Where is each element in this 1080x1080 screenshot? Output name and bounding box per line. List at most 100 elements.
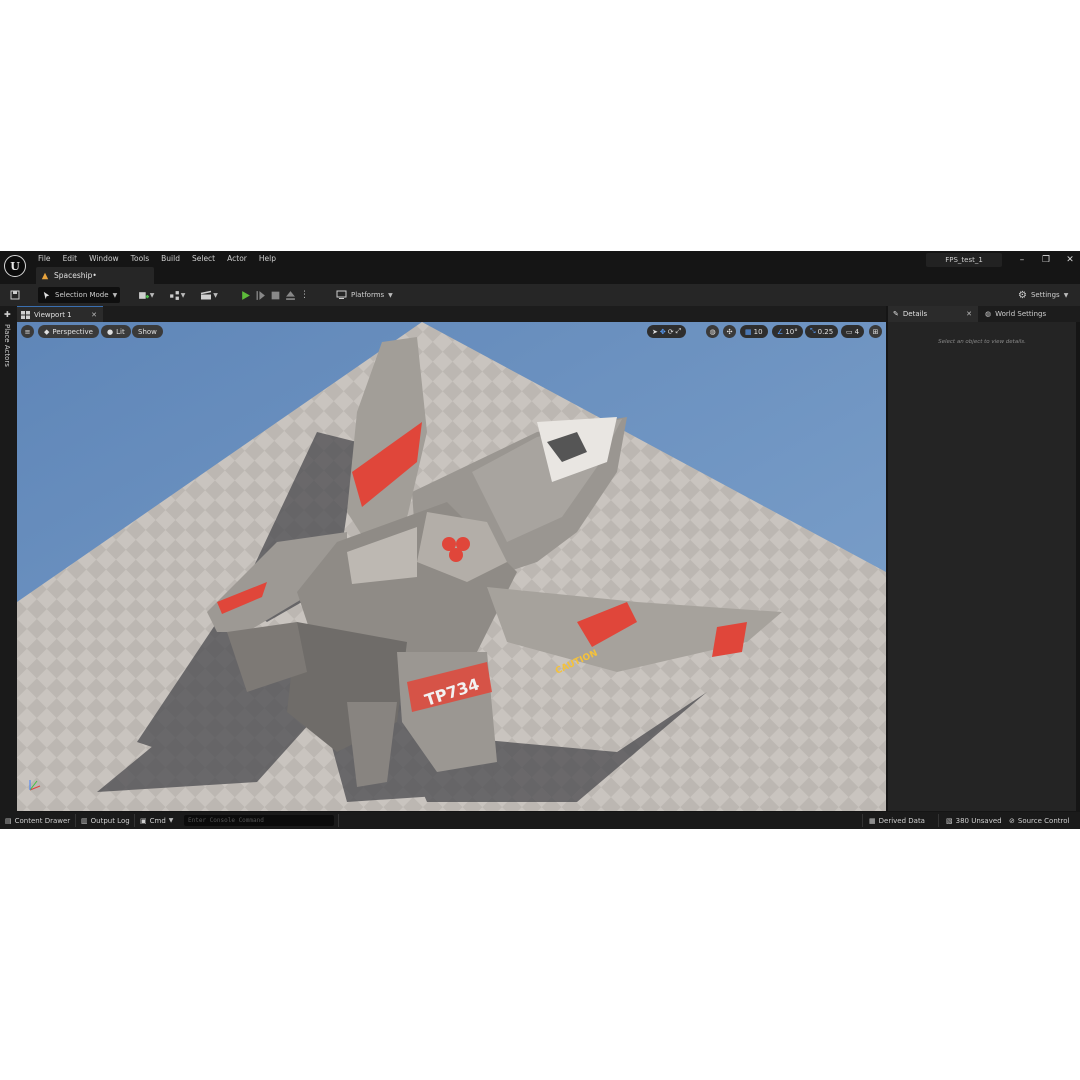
more-options-icon[interactable]: ⋮ — [300, 290, 309, 300]
viewport-tab-label: Viewport 1 — [34, 310, 72, 319]
camera-speed-icon: ▭ — [846, 327, 853, 336]
place-actors-tab[interactable]: Place Actors — [3, 324, 11, 367]
menu-file[interactable]: File — [32, 254, 57, 263]
step-icon[interactable] — [255, 290, 266, 301]
select-tool-icon[interactable]: ➤ — [652, 328, 658, 336]
minimize-button[interactable]: – — [1010, 253, 1034, 267]
viewport-icon — [21, 310, 30, 319]
chevron-down-icon: ▼ — [168, 817, 174, 824]
platforms-dropdown[interactable]: Platforms ▼ — [336, 287, 393, 303]
log-icon: ▥ — [81, 816, 88, 825]
world-settings-tab[interactable]: ◍ World Settings — [980, 306, 1080, 322]
level-document-tab[interactable]: Spaceship• — [36, 267, 154, 284]
close-window-button[interactable]: ✕ — [1058, 253, 1080, 267]
scale-snap-icon: ⤡ — [810, 327, 816, 335]
settings-dropdown[interactable]: ⚙ Settings ▼ — [1018, 287, 1068, 303]
rotation-snap-icon: ∠ — [777, 327, 784, 336]
scale-snap-value: 0.25 — [817, 327, 834, 336]
menu-build[interactable]: Build — [155, 254, 186, 263]
unsaved-label: 380 Unsaved — [955, 816, 1002, 825]
surface-snap-button[interactable]: ✣ — [723, 325, 736, 338]
derived-data-button[interactable]: ▦ Derived Data — [869, 814, 925, 827]
grid-snap-control[interactable]: ▦ 10 — [740, 325, 768, 338]
selection-mode-dropdown[interactable]: Selection Mode ▼ — [38, 287, 120, 303]
content-drawer-button[interactable]: ▤ Content Drawer — [5, 814, 70, 827]
transform-tools: ➤ ✥ ⟳ ⤢ — [647, 325, 687, 338]
rotate-tool-icon[interactable]: ⟳ — [668, 328, 674, 336]
perspective-label: Perspective — [52, 327, 93, 336]
menu-help[interactable]: Help — [253, 254, 282, 263]
source-control-button[interactable]: ⊘ Source Control — [1009, 814, 1069, 827]
save-button[interactable] — [8, 287, 22, 303]
folder-icon: ▤ — [5, 816, 12, 825]
save-icon — [10, 290, 20, 300]
database-icon: ▦ — [869, 816, 876, 825]
camera-speed-control[interactable]: ▭ 4 — [841, 325, 865, 338]
viewport-scene: TP734 CAUTION — [17, 322, 886, 811]
view-mode-button[interactable]: ● Lit — [101, 325, 131, 338]
viewport-tab[interactable]: Viewport 1 ✕ — [17, 306, 103, 322]
eject-icon[interactable] — [285, 290, 296, 301]
surface-snap-icon: ✣ — [726, 327, 733, 336]
play-icon[interactable] — [240, 290, 251, 301]
console-command-input[interactable]: Enter Console Command — [184, 815, 334, 826]
layout-icon: ⊞ — [872, 327, 879, 336]
details-empty-hint: Select an object to view details. — [938, 339, 1026, 345]
globe-icon: ◍ — [985, 310, 992, 318]
place-actors-icon[interactable]: ✚ — [4, 310, 11, 319]
show-button[interactable]: Show — [132, 325, 163, 338]
left-side-strip: ✚ Place Actors — [0, 306, 17, 812]
lit-label: Lit — [116, 327, 125, 336]
menu-edit[interactable]: Edit — [57, 254, 84, 263]
viewport-layout-button[interactable]: ⊞ — [869, 325, 882, 338]
gear-icon: ⚙ — [1018, 289, 1027, 301]
menu-select[interactable]: Select — [186, 254, 221, 263]
play-controls: ⋮ — [240, 287, 309, 303]
unsaved-button[interactable]: ▧ 380 Unsaved — [946, 814, 1002, 827]
details-tab[interactable]: ✎ Details ✕ — [888, 306, 978, 322]
menu-tools[interactable]: Tools — [125, 254, 155, 263]
add-cube-icon — [138, 291, 149, 299]
stop-icon[interactable] — [270, 290, 281, 301]
cinematics-button[interactable]: ▼ — [199, 287, 219, 303]
cmd-label: Cmd — [149, 816, 166, 825]
chevron-down-icon: ▼ — [112, 291, 118, 299]
source-control-label: Source Control — [1017, 816, 1070, 825]
add-actor-button[interactable]: ▼ — [136, 287, 156, 303]
perspective-button[interactable]: ◆ Perspective — [38, 325, 99, 338]
grid-snap-value: 10 — [753, 327, 763, 336]
blueprint-button[interactable]: ▼ — [167, 287, 187, 303]
unreal-logo-icon[interactable]: U — [4, 255, 26, 277]
scale-snap-control[interactable]: ⤡ 0.25 — [805, 325, 839, 338]
move-tool-icon[interactable]: ✥ — [660, 328, 666, 336]
level-viewport[interactable]: TP734 CAUTION ≡ ◆ Perspective ● Lit Show… — [17, 322, 886, 811]
content-drawer-label: Content Drawer — [14, 816, 71, 825]
show-label: Show — [138, 327, 157, 336]
chevron-down-icon: ▼ — [213, 291, 218, 299]
blueprint-icon — [169, 290, 179, 300]
cmd-dropdown[interactable]: ▣ Cmd ▼ — [140, 814, 173, 827]
output-log-button[interactable]: ▥ Output Log — [81, 814, 130, 827]
camera-cube-icon: ◆ — [44, 327, 50, 336]
chevron-down-icon: ▼ — [149, 291, 155, 299]
rotation-snap-control[interactable]: ∠ 10° — [772, 325, 803, 338]
divider — [338, 814, 339, 827]
window-controls: – ❐ ✕ — [1010, 253, 1080, 267]
title-bar: U File Edit Window Tools Build Select Ac… — [0, 251, 1080, 284]
project-name-badge: FPS_test_1 — [926, 253, 1002, 267]
scale-tool-icon[interactable]: ⤢ — [676, 327, 682, 336]
details-tab-label: Details — [902, 310, 928, 318]
pencil-icon: ✎ — [893, 310, 899, 318]
platforms-label: Platforms — [351, 291, 385, 299]
menu-actor[interactable]: Actor — [221, 254, 253, 263]
close-icon[interactable]: ✕ — [966, 310, 972, 318]
close-icon[interactable]: ✕ — [91, 311, 97, 319]
menu-window[interactable]: Window — [83, 254, 125, 263]
lit-sphere-icon: ● — [107, 327, 114, 336]
details-panel: Select an object to view details. — [888, 322, 1076, 811]
world-local-toggle[interactable]: ◍ — [706, 325, 719, 338]
cursor-icon — [43, 291, 50, 299]
restore-button[interactable]: ❐ — [1034, 253, 1058, 267]
viewport-options-button[interactable]: ≡ — [21, 325, 34, 338]
chevron-down-icon: ▼ — [1063, 291, 1069, 299]
